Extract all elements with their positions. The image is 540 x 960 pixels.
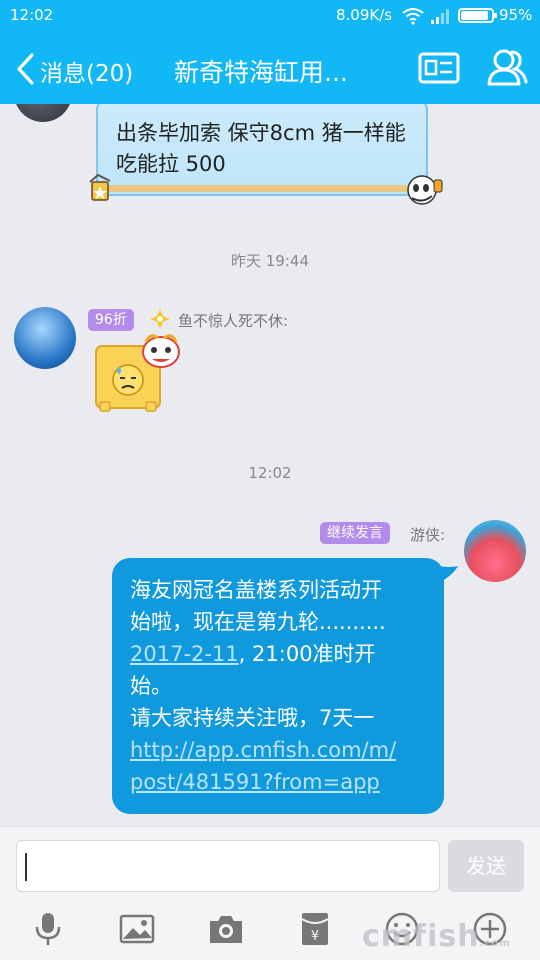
watermark: cmfish.com [362,919,511,954]
signal-icon [431,9,449,24]
top-bar: 12:02 8.09K/s 95% 消息(20) 新奇特海缸用... [0,0,540,104]
bubble-decoration [106,185,416,192]
member-title-badge: 继续发言 [320,522,390,544]
battery-percent: 95% [499,6,533,24]
status-time: 12:02 [10,6,54,24]
sender-name: 游侠: [410,526,446,544]
message-line: 请大家持续关注哦，7天一 [130,706,375,730]
chat-area[interactable]: 出条毕加索 保守8cm 猪一样能吃能拉 500 昨天 19:44 96折 鱼不惊… [0,104,540,826]
text-caret [25,853,27,881]
status-bar: 12:02 8.09K/s 95% [0,0,540,32]
message-line: 海友网冠名盖楼系列活动开 [130,578,382,602]
watermark-text: cmfish [362,919,480,954]
battery-icon [458,8,494,23]
date-link[interactable]: 2017-2-11 [130,642,239,666]
member-title-badge: 96折 [88,309,134,331]
sender-name: 鱼不惊人死不休: [178,312,289,330]
back-arrow-icon[interactable] [14,52,36,86]
microphone-icon[interactable] [30,911,66,947]
avatar[interactable] [14,104,72,122]
avatar[interactable] [464,520,526,582]
tin-can-sticker-icon [89,173,111,201]
wifi-icon [402,8,424,25]
message-bubble[interactable]: 出条毕加索 保守8cm 猪一样能吃能拉 500 [96,104,428,196]
chat-title: 新奇特海缸用... [174,58,348,87]
sparkle-icon [149,308,171,330]
message-line: 始啦，现在是第九轮.......... [130,610,386,634]
url-link[interactable]: http://app.cmfish.com/m/ [130,738,396,762]
red-packet-icon[interactable]: ¥ [297,911,333,947]
watermark-suffix: .com [479,938,511,949]
lion-dance-sticker-icon [142,334,180,368]
message-line: 始。 [130,674,172,698]
timestamp-separator: 昨天 19:44 [231,252,309,270]
svg-text:¥: ¥ [311,929,319,944]
timestamp-separator: 12:02 [248,464,292,482]
group-members-icon[interactable] [486,46,528,88]
back-button-label[interactable]: 消息(20) [40,54,133,88]
avatar[interactable] [14,307,76,369]
message-input[interactable] [16,840,440,892]
input-bar: 发送 ¥ cmfish.com [0,826,540,960]
message-line: http://app.cmfish.com/m/ [130,734,430,766]
message-bubble[interactable]: 海友网冠名盖楼系列活动开 始啦，现在是第九轮.......... 2017-2-… [112,558,444,814]
message-line-text: , 21:00准时开 [238,642,376,666]
network-speed: 8.09K/s [336,6,393,24]
message-line: 2017-2-11, 21:00准时开 [130,638,430,670]
image-icon[interactable] [119,911,155,947]
message-text: 出条毕加索 保守8cm 猪一样能吃能拉 500 [116,121,406,176]
sailor-sticker-icon [407,175,443,205]
battery-level [461,11,488,20]
url-link[interactable]: post/481591?from=app [130,770,380,794]
message-text: 海友网冠名盖楼系列活动开 始啦，现在是第九轮.......... 2017-2-… [130,574,430,798]
message-line: post/481591?from=app [130,766,430,798]
title-bar: 消息(20) 新奇特海缸用... [0,32,540,104]
send-button[interactable]: 发送 [448,840,524,892]
camera-icon[interactable] [208,911,244,947]
battery-tip [494,13,497,18]
group-profile-icon[interactable] [418,50,460,86]
